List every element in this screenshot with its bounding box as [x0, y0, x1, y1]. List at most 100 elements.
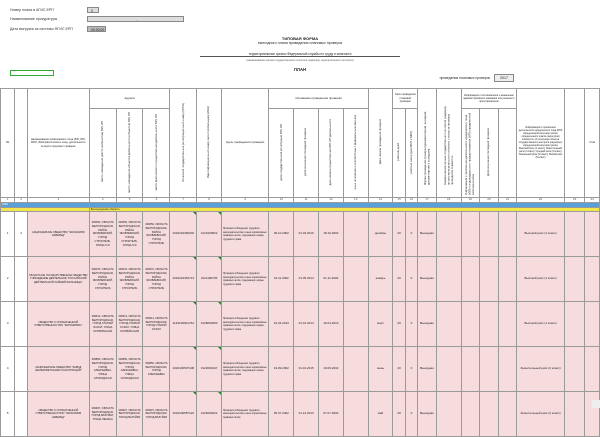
- cell-addr1[interactable]: 309907, ОБЛАСТЬ БЕЛГОРОДСКАЯ, ГОРОД ВАЛУ…: [88, 391, 117, 437]
- cell-name[interactable]: АКЦИОНЕРНОЕ ОБЩЕСТВО "ЗАВОД ЖЕЛЕЗОБЕТОНН…: [26, 346, 90, 393]
- cell-empty[interactable]: [342, 211, 369, 258]
- cell-days[interactable]: 20: [392, 211, 406, 258]
- cell-addr3[interactable]: 309850, ОБЛАСТЬ БЕЛГОРОДСКАЯ, ГОРОД АЛЕК…: [142, 346, 171, 393]
- cell-ogrn[interactable]: 1023102363713: [169, 256, 198, 303]
- cell-d1[interactable]: 01.11.2002: [268, 256, 295, 303]
- cell-month[interactable]: январь: [367, 256, 394, 303]
- year-field[interactable]: 2017: [494, 74, 514, 82]
- scroll-corner[interactable]: [592, 400, 600, 408]
- selected-cell[interactable]: [10, 70, 54, 76]
- cell-empty[interactable]: [479, 391, 499, 437]
- cell-empty[interactable]: [435, 346, 462, 393]
- cell-d2[interactable]: 01.01.2014: [293, 301, 320, 348]
- cell-d3[interactable]: 01.11.2002: [318, 256, 344, 303]
- cell-addr3[interactable]: 309050, ОБЛАСТЬ БЕЛГОРОДСКАЯ, РАЙОН ЯКОВ…: [142, 211, 171, 258]
- cell-d3[interactable]: 07.07.2002: [318, 391, 344, 437]
- cell-form[interactable]: Выездная: [417, 211, 437, 258]
- cell-goal[interactable]: Проверка соблюдения трудового законодате…: [220, 301, 270, 348]
- meta-value[interactable]: -: [87, 16, 184, 22]
- cell-empty[interactable]: [435, 256, 462, 303]
- cell-empty[interactable]: [479, 256, 499, 303]
- cell-empty[interactable]: [497, 346, 518, 393]
- cell-empty[interactable]: [479, 346, 499, 393]
- cell-form[interactable]: Выездная: [417, 256, 437, 303]
- cell-form[interactable]: Выездная: [417, 391, 437, 437]
- cell-month[interactable]: июнь: [367, 346, 394, 393]
- table-row[interactable]: 3 ОБЩЕСТВО С ОГРАНИЧЕННОЙ ОТВЕТСТВЕННОСТЬ…: [0, 301, 600, 348]
- cell-d2[interactable]: 01.03.2016: [293, 211, 320, 258]
- cell-d1[interactable]: 19.09.2002: [268, 346, 295, 393]
- table-row[interactable]: 2 ОБЛАСТНОЕ ГОСУДАРСТВЕННОЕ ОБЩЕСТВО УЧРЕ…: [0, 256, 600, 303]
- cell-inn[interactable]: 3121000822: [196, 211, 222, 258]
- cell-name[interactable]: ОБЩЕСТВО С ОГРАНИЧЕННОЙ ОТВЕТСТВЕННОСТЬЮ…: [26, 391, 90, 437]
- cell-month[interactable]: март: [367, 301, 394, 348]
- cell-d3[interactable]: 16.04.2013: [318, 301, 344, 348]
- cell-addr2[interactable]: 309850, ОБЛАСТЬ БЕЛГОРОДСКАЯ, ГОРОД АЛЕК…: [115, 346, 144, 393]
- cell-empty[interactable]: [584, 301, 600, 348]
- cell-empty[interactable]: [342, 391, 369, 437]
- cell-empty[interactable]: [563, 391, 586, 437]
- cell-ogrn[interactable]: 1133128001762: [169, 301, 198, 348]
- cell-d2[interactable]: 01.01.2015: [293, 346, 320, 393]
- cell-empty[interactable]: [497, 211, 518, 258]
- cell-goal[interactable]: Проверка соблюдения трудового законодате…: [220, 256, 270, 303]
- cell-goal[interactable]: Проверка соблюдения трудового законодате…: [220, 391, 270, 437]
- cell-n2[interactable]: [14, 346, 28, 393]
- cell-empty[interactable]: [460, 346, 481, 393]
- cell-d3[interactable]: 18.10.2002: [318, 211, 344, 258]
- cell-empty[interactable]: [584, 256, 600, 303]
- cell-days[interactable]: 20: [392, 301, 406, 348]
- cell-hours[interactable]: 0: [404, 391, 419, 437]
- cell-risk[interactable]: Высокий риск (1 класс): [516, 301, 565, 348]
- cell-risk[interactable]: Значительный риск (2 класс): [516, 346, 565, 393]
- cell-n2[interactable]: 2: [14, 211, 28, 258]
- cell-empty[interactable]: [497, 391, 518, 437]
- cell-days[interactable]: 20: [392, 391, 406, 437]
- cell-d2[interactable]: 01.12.2013: [293, 391, 320, 437]
- cell-n2[interactable]: [14, 256, 28, 303]
- cell-month[interactable]: май: [367, 391, 394, 437]
- cell-addr2[interactable]: 309050, ОБЛАСТЬ БЕЛГОРОДСКАЯ, РАЙОН ЯКОВ…: [115, 211, 144, 258]
- cell-empty[interactable]: [460, 256, 481, 303]
- table-row[interactable]: 4 АКЦИОНЕРНОЕ ОБЩЕСТВО "ЗАВОД ЖЕЛЕЗОБЕТОН…: [0, 346, 600, 393]
- cell-form[interactable]: Выездная: [417, 301, 437, 348]
- cell-name[interactable]: ОБЛАСТНОЕ ГОСУДАРСТВЕННОЕ ОБЩЕСТВО УЧРЕЖ…: [26, 256, 90, 303]
- cell-hours[interactable]: 0: [404, 256, 419, 303]
- cell-empty[interactable]: [563, 346, 586, 393]
- cell-empty[interactable]: [584, 391, 600, 437]
- cell-empty[interactable]: [479, 211, 499, 258]
- cell-empty[interactable]: [584, 211, 600, 258]
- cell-days[interactable]: 20: [392, 256, 406, 303]
- cell-empty[interactable]: [479, 301, 499, 348]
- cell-empty[interactable]: [497, 256, 518, 303]
- cell-ogrn[interactable]: 1023100587122: [169, 391, 198, 437]
- cell-d1[interactable]: 09.10.2002: [268, 211, 295, 258]
- cell-form[interactable]: Выездная: [417, 346, 437, 393]
- cell-d3[interactable]: 19.09.2002: [318, 346, 344, 393]
- cell-risk[interactable]: Высокий риск (1 класс): [516, 211, 565, 258]
- cell-ogrn[interactable]: 1023102360002: [169, 211, 198, 258]
- cell-empty[interactable]: [435, 301, 462, 348]
- table-row[interactable]: 1 2 АКЦИОНЕРНОЕ ОБЩЕСТВО "ЭКОНОМИЯ НАВЕРЕД…: [0, 211, 600, 258]
- cell-empty[interactable]: [435, 211, 462, 258]
- cell-n2[interactable]: [14, 391, 28, 437]
- cell-inn[interactable]: 3121180705: [196, 256, 222, 303]
- cell-goal[interactable]: Проверка соблюдения трудового законодате…: [220, 211, 270, 258]
- cell-inn[interactable]: 3128093950: [196, 301, 222, 348]
- cell-addr1[interactable]: 309050, ОБЛАСТЬ БЕЛГОРОДСКАЯ, РАЙОН ЯКОВ…: [88, 211, 117, 258]
- cell-d2[interactable]: 01.05.2014: [293, 256, 320, 303]
- table-row[interactable]: 5 ОБЩЕСТВО С ОГРАНИЧЕННОЙ ОТВЕТСТВЕННОСТЬ…: [0, 391, 600, 437]
- cell-d1[interactable]: 05.07.2002: [268, 391, 295, 437]
- meta-value[interactable]: 00.00.00: [87, 26, 106, 32]
- cell-n[interactable]: 1: [0, 211, 16, 258]
- cell-hours[interactable]: 0: [404, 346, 419, 393]
- cell-addr3[interactable]: 309070, ОБЛАСТЬ БЕЛГОРОДСКАЯ, РАЙОН ЯКОВ…: [142, 256, 171, 303]
- cell-goal[interactable]: Проверка соблюдения трудового законодате…: [220, 346, 270, 393]
- cell-empty[interactable]: [342, 346, 369, 393]
- cell-addr1[interactable]: 309850, ОБЛАСТЬ БЕЛГОРОДСКАЯ, ГОРОД АЛЕК…: [88, 346, 117, 393]
- cell-name[interactable]: ОБЩЕСТВО С ОГРАНИЧЕННОЙ ОТВЕТСТВЕННОСТЬЮ…: [26, 301, 90, 348]
- cell-empty[interactable]: [460, 391, 481, 437]
- cell-empty[interactable]: [584, 346, 600, 393]
- cell-empty[interactable]: [563, 211, 586, 258]
- cell-addr2[interactable]: 309907, ОБЛАСТЬ БЕЛГОРОДСКАЯ, ГОРОД ВАЛУ…: [115, 391, 144, 437]
